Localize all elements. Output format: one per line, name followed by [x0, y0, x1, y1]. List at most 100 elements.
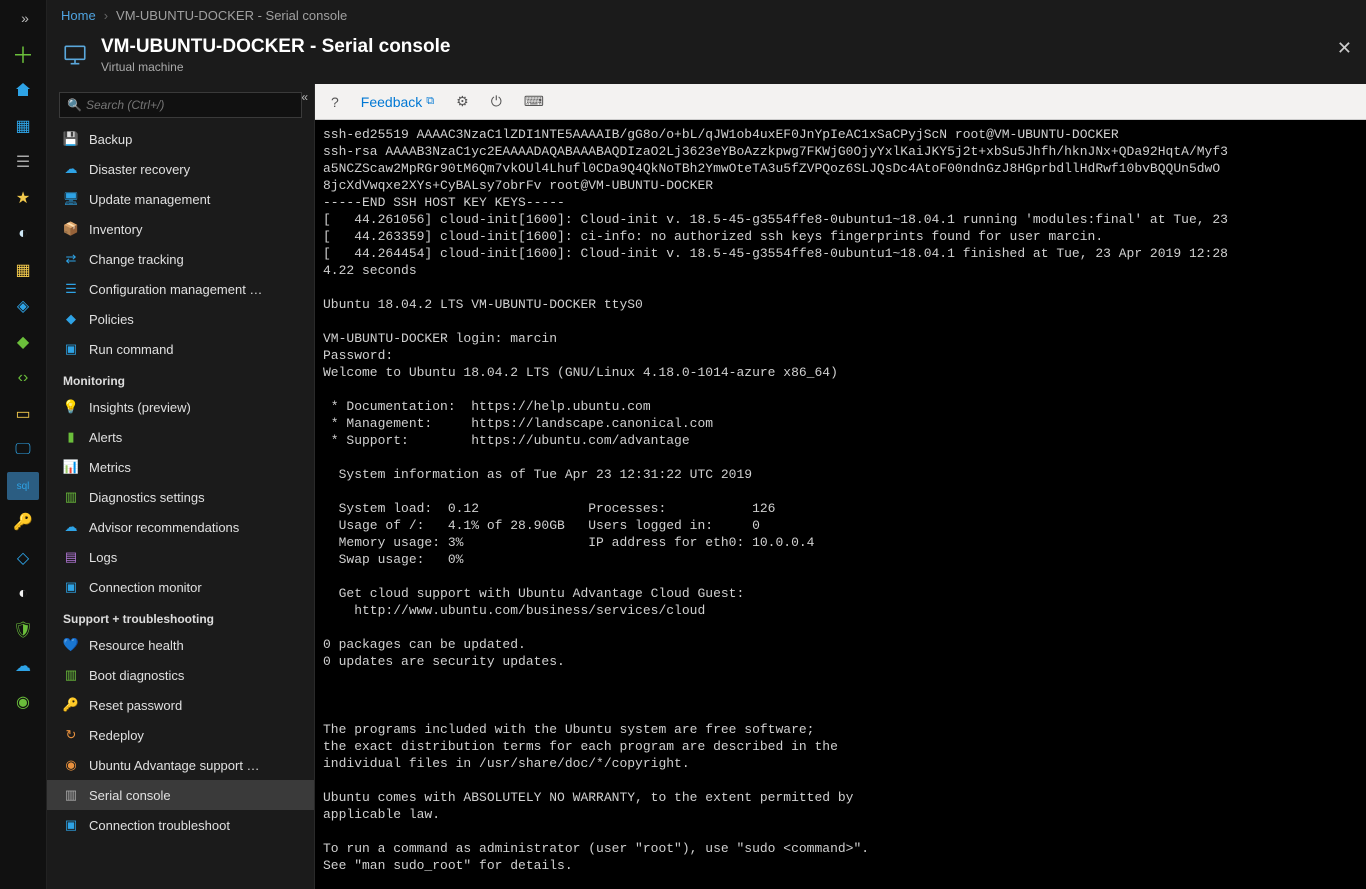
- search-icon: 🔍: [67, 98, 82, 112]
- sidebar-item[interactable]: ▣ Connection monitor: [47, 572, 314, 602]
- menu-item-icon: 💾: [63, 131, 79, 147]
- expand-rail-icon[interactable]: »: [7, 4, 39, 32]
- sidebar-item[interactable]: ☁ Advisor recommendations: [47, 512, 314, 542]
- menu-item-label: Ubuntu Advantage support …: [89, 758, 260, 773]
- feedback-link[interactable]: Feedback⧉: [353, 90, 442, 114]
- menu-item-icon: 💡: [63, 399, 79, 415]
- dashboard-icon[interactable]: ▦: [7, 112, 39, 140]
- page-subtitle: Virtual machine: [101, 60, 450, 74]
- sidebar-item[interactable]: ◉Ubuntu Advantage support …: [47, 750, 314, 780]
- sidebar-item[interactable]: ▥Serial console: [47, 780, 314, 810]
- breadcrumb-separator: ›: [104, 8, 108, 23]
- menu-item-label: Alerts: [89, 430, 122, 445]
- sidebar-item[interactable]: 📦 Inventory: [47, 214, 314, 244]
- sidebar-item[interactable]: ◆ Policies: [47, 304, 314, 334]
- sidebar-item[interactable]: ▤ Logs: [47, 542, 314, 572]
- serial-console-terminal[interactable]: ssh-ed25519 AAAAC3NzaC1lZDI1NTE5AAAAIB/g…: [315, 120, 1366, 889]
- menu-item-label: Redeploy: [89, 728, 144, 743]
- list-icon[interactable]: ☰: [7, 148, 39, 176]
- page-title: VM-UBUNTU-DOCKER - Serial console: [101, 36, 450, 58]
- keyboard-button[interactable]: ⌨: [516, 89, 552, 114]
- help-button[interactable]: ?: [323, 90, 347, 114]
- sidebar-item[interactable]: 🔑 Reset password: [47, 690, 314, 720]
- menu-item-label: Inventory: [89, 222, 142, 237]
- menu-item-icon: 🔑: [63, 697, 79, 713]
- brackets-icon[interactable]: ‹›: [7, 364, 39, 392]
- key-icon[interactable]: 🔑: [7, 508, 39, 536]
- menu-item-icon: ▥: [63, 489, 79, 505]
- create-resource-icon[interactable]: ＋: [7, 40, 39, 68]
- menu-item-label: Run command: [89, 342, 174, 357]
- sidebar-item[interactable]: ↻Redeploy: [47, 720, 314, 750]
- sidebar-item[interactable]: ▣ Run command: [47, 334, 314, 364]
- menu-item-icon: ▮: [63, 429, 79, 445]
- card-icon[interactable]: ▭: [7, 400, 39, 428]
- breadcrumb-home[interactable]: Home: [61, 8, 96, 23]
- home-icon[interactable]: [7, 76, 39, 104]
- sidebar-item[interactable]: ▮ Alerts: [47, 422, 314, 452]
- menu-item-label: Advisor recommendations: [89, 520, 239, 535]
- cube-icon[interactable]: ◈: [7, 292, 39, 320]
- console-toolbar: ? Feedback⧉ ⚙ ⏻ ⌨: [315, 84, 1366, 120]
- menu-item-icon: 📊: [63, 459, 79, 475]
- sidebar-item[interactable]: ▥ Boot diagnostics: [47, 660, 314, 690]
- menu-item-icon: ▤: [63, 549, 79, 565]
- menu-item-label: Change tracking: [89, 252, 184, 267]
- menu-item-label: Serial console: [89, 788, 171, 803]
- menu-item-label: Resource health: [89, 638, 184, 653]
- menu-item-label: Backup: [89, 132, 132, 147]
- clock-icon[interactable]: ◐: [7, 220, 39, 248]
- menu-item-label: Insights (preview): [89, 400, 191, 415]
- vm-icon: [61, 41, 89, 69]
- grid-icon[interactable]: ▦: [7, 256, 39, 284]
- diamond-icon[interactable]: ◆: [7, 328, 39, 356]
- close-blade-button[interactable]: ✕: [1337, 38, 1352, 59]
- menu-item-label: Policies: [89, 312, 134, 327]
- sidebar-item[interactable]: 📊Metrics: [47, 452, 314, 482]
- menu-item-label: Connection monitor: [89, 580, 202, 595]
- menu-item-label: Update management: [89, 192, 210, 207]
- content-pane: ? Feedback⧉ ⚙ ⏻ ⌨ ssh-ed25519 AAAAC3NzaC…: [315, 84, 1366, 889]
- menu-item-label: Boot diagnostics: [89, 668, 184, 683]
- menu-item-label: Diagnostics settings: [89, 490, 205, 505]
- circle-icon[interactable]: ◉: [7, 688, 39, 716]
- menu-item-label: Logs: [89, 550, 117, 565]
- settings-button[interactable]: ⚙: [448, 89, 477, 114]
- sidebar-item[interactable]: ☰Configuration management …: [47, 274, 314, 304]
- sql-icon[interactable]: sql: [7, 472, 39, 500]
- menu-item-icon: ☁: [63, 519, 79, 535]
- menu-item-label: Disaster recovery: [89, 162, 190, 177]
- menu-item-icon: ☰: [63, 281, 79, 297]
- menu-item-icon: ⇄: [63, 251, 79, 267]
- section-support: Support + troubleshooting: [47, 602, 314, 630]
- breadcrumb-current: VM-UBUNTU-DOCKER - Serial console: [116, 8, 347, 23]
- menu-item-icon: 📦: [63, 221, 79, 237]
- monitor-icon[interactable]: 🖵: [7, 436, 39, 464]
- resource-sidebar: « 🔍 💾Backup☁Disaster recovery🖥Update man…: [47, 84, 315, 889]
- cloud-alt-icon[interactable]: ☁: [7, 652, 39, 680]
- sidebar-item[interactable]: 🖥Update management: [47, 184, 314, 214]
- sidebar-item[interactable]: ▥ Diagnostics settings: [47, 482, 314, 512]
- favorites-icon[interactable]: ★: [7, 184, 39, 212]
- sidebar-item[interactable]: ⇄ Change tracking: [47, 244, 314, 274]
- menu-item-label: Reset password: [89, 698, 182, 713]
- menu-item-icon: ◆: [63, 311, 79, 327]
- menu-item-icon: ▣: [63, 579, 79, 595]
- sidebar-menu: 💾Backup☁Disaster recovery🖥Update managem…: [47, 124, 314, 889]
- section-monitoring: Monitoring: [47, 364, 314, 392]
- menu-item-icon: ▣: [63, 341, 79, 357]
- network-icon[interactable]: ◇: [7, 544, 39, 572]
- sidebar-item[interactable]: 💡 Insights (preview): [47, 392, 314, 422]
- menu-item-icon: 💙: [63, 637, 79, 653]
- power-button[interactable]: ⏻: [483, 89, 510, 114]
- sidebar-search-input[interactable]: [59, 92, 302, 118]
- sidebar-item[interactable]: 💙 Resource health: [47, 630, 314, 660]
- blade-header: VM-UBUNTU-DOCKER - Serial console Virtua…: [47, 30, 1366, 84]
- sidebar-item[interactable]: ☁Disaster recovery: [47, 154, 314, 184]
- sidebar-item[interactable]: ▣Connection troubleshoot: [47, 810, 314, 840]
- sidebar-item[interactable]: 💾 Backup: [47, 124, 314, 154]
- meter-icon[interactable]: ◐: [7, 580, 39, 608]
- shield-icon[interactable]: 🛡: [7, 616, 39, 644]
- external-link-icon: ⧉: [426, 95, 434, 108]
- menu-item-icon: ▥: [63, 667, 79, 683]
